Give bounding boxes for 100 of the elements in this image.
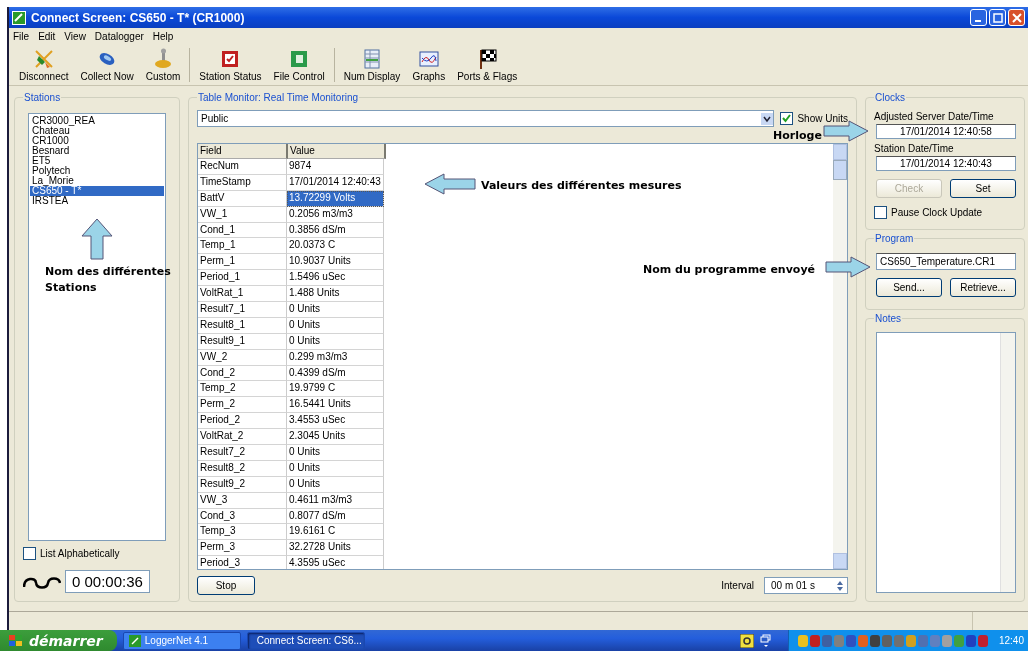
panel-title: Table Monitor: Real Time Monitoring: [197, 92, 360, 103]
field-label: Station Date/Time: [874, 143, 955, 154]
send-button[interactable]: Send...: [876, 278, 942, 297]
stop-button[interactable]: Stop: [197, 576, 255, 595]
close-button[interactable]: [1008, 9, 1025, 26]
minimize-icon: [974, 19, 981, 22]
panel-title: Notes: [874, 313, 903, 324]
table-cell: VW_2: [198, 349, 287, 366]
toolbar-button[interactable]: Custom: [139, 48, 187, 85]
scrollbar[interactable]: [833, 144, 847, 569]
station-item[interactable]: Besnard: [30, 146, 164, 156]
scrollbar[interactable]: [1000, 333, 1015, 592]
station-item[interactable]: Polytech: [30, 166, 164, 176]
station-item[interactable]: CR1000: [30, 136, 164, 146]
table-cell[interactable]: 0.3856 dS/m: [287, 222, 384, 239]
table-cell[interactable]: 0.299 m3/m3: [287, 349, 384, 366]
table-cell[interactable]: 0 Units: [287, 445, 384, 461]
table-cell[interactable]: 0 Units: [287, 317, 384, 334]
table-cell[interactable]: 1.488 Units: [287, 286, 384, 302]
windows-icon[interactable]: [759, 633, 772, 648]
table-cell[interactable]: 0.4611 m3/m3: [287, 492, 384, 509]
table-dropdown[interactable]: Public: [197, 110, 775, 127]
maximize-icon: [992, 12, 1003, 23]
table-cell[interactable]: 10.9037 Units: [287, 254, 384, 271]
table-cell[interactable]: 0.4399 dS/m: [287, 365, 384, 382]
checkbox-label: List Alphabetically: [40, 548, 120, 559]
table-cell: VW_3: [198, 492, 287, 509]
arrow-icon: [81, 218, 113, 260]
minimize-button[interactable]: [970, 9, 987, 26]
menu-item[interactable]: File: [13, 31, 30, 42]
table-cell[interactable]: 0 Units: [287, 460, 384, 477]
table-cell[interactable]: 0.8077 dS/m: [287, 508, 384, 525]
menu-item[interactable]: Help: [152, 31, 174, 42]
table-cell: Result8_1: [198, 317, 287, 334]
clock: 12:40: [998, 635, 1024, 646]
station-item[interactable]: ET5: [30, 156, 164, 166]
table-cell: Temp_2: [198, 381, 287, 398]
table-cell[interactable]: 9874: [287, 159, 384, 175]
table-cell[interactable]: 4.3595 uSec: [287, 556, 384, 569]
maximize-button[interactable]: [989, 9, 1006, 26]
checkbox[interactable]: [874, 206, 887, 219]
annotation-text: Nom des différentes Stations: [45, 264, 172, 296]
annotation-text: Valeurs des différentes mesures: [481, 178, 682, 194]
table-cell: Period_3: [198, 556, 287, 569]
interval-label: Interval: [721, 580, 754, 591]
checkbox[interactable]: [23, 547, 36, 560]
table-cell[interactable]: 0 Units: [287, 302, 384, 318]
table-cell[interactable]: 20.0373 C: [287, 238, 384, 255]
table-cell: Result9_2: [198, 476, 287, 493]
panel-title: Clocks: [874, 92, 906, 103]
set-button[interactable]: Set: [950, 179, 1016, 198]
toolbar-button[interactable]: Disconnect: [13, 48, 75, 85]
checkbox-label: Pause Clock Update: [891, 207, 983, 218]
table-cell: Cond_3: [198, 508, 287, 525]
table-cell[interactable]: 3.4553 uSec: [287, 413, 384, 430]
start-button[interactable]: démarrer: [0, 630, 117, 651]
table-cell[interactable]: 0 Units: [287, 333, 384, 350]
table-cell[interactable]: 2.3045 Units: [287, 429, 384, 446]
table-cell[interactable]: 19.6161 C: [287, 524, 384, 541]
toolbar-button[interactable]: File Control: [267, 48, 331, 85]
annotation-text: Nom du programme envoyé: [643, 262, 816, 278]
menu-item[interactable]: Edit: [38, 31, 56, 42]
notes-field[interactable]: [876, 332, 1016, 593]
station-item[interactable]: La_Morie: [30, 176, 164, 186]
table-cell: Result8_2: [198, 460, 287, 477]
table-cell: Result9_1: [198, 333, 287, 350]
table-cell[interactable]: 19.9799 C: [287, 381, 384, 398]
table-cell: Cond_1: [198, 222, 287, 239]
table-cell: Result7_1: [198, 302, 287, 318]
checkbox[interactable]: [780, 112, 794, 125]
toolbar-button[interactable]: Station Status: [193, 48, 268, 85]
station-item[interactable]: Chateau: [30, 126, 164, 136]
taskbar-button[interactable]: Connect Screen: CS6...: [246, 631, 365, 650]
toolbar-button[interactable]: Num Display: [337, 48, 407, 85]
table-cell[interactable]: 17/01/2014 12:40:43: [287, 174, 384, 191]
table-cell[interactable]: 1.5496 uSec: [287, 270, 384, 287]
table-cell[interactable]: 16.5441 Units: [287, 397, 384, 414]
station-item[interactable]: CS650 - T*: [30, 186, 164, 196]
table-cell[interactable]: 0 Units: [287, 476, 384, 493]
toolbar-button[interactable]: Graphs: [406, 48, 452, 85]
column-header[interactable]: Value: [288, 144, 386, 159]
table-cell: Period_1: [198, 270, 287, 287]
menu-item[interactable]: View: [64, 31, 86, 42]
toolbar-button[interactable]: Collect Now: [74, 48, 140, 85]
station-item[interactable]: IRSTEA: [30, 196, 164, 206]
column-header[interactable]: Field: [198, 144, 288, 159]
elapsed-time: 0 00:00:36: [65, 570, 150, 593]
interval-field[interactable]: 00 m 01 s: [764, 577, 848, 594]
panel-title: Program: [874, 233, 915, 244]
retrieve-button[interactable]: Retrieve...: [950, 278, 1016, 297]
taskbar-button[interactable]: LoggerNet 4.1: [122, 631, 241, 650]
arrow-icon: [424, 173, 476, 195]
table-cell: Temp_1: [198, 238, 287, 255]
station-item[interactable]: CR3000_REA: [30, 116, 164, 126]
table-cell[interactable]: 32.2728 Units: [287, 540, 384, 557]
menu-item[interactable]: Datalogger: [94, 31, 144, 42]
dropdown-arrow-icon: [761, 112, 774, 125]
program-field[interactable]: CS650_Temperature.CR1: [876, 253, 1016, 270]
toolbar-button[interactable]: Ports & Flags: [451, 48, 524, 85]
table-cell[interactable]: 0.2056 m3/m3: [287, 206, 384, 223]
